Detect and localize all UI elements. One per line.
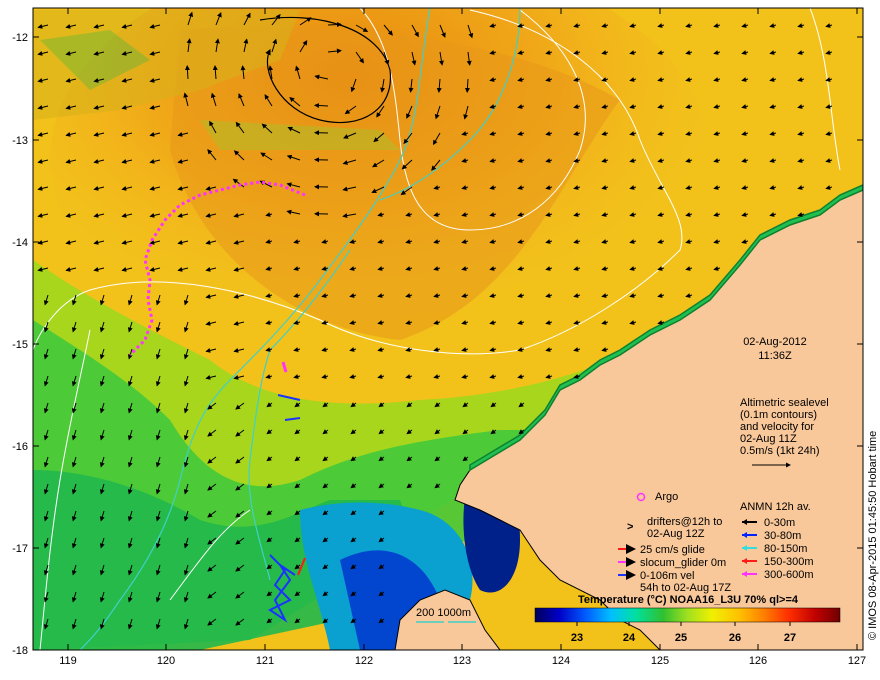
lat-tick-label: -12: [12, 32, 28, 44]
drifters-label-1: drifters@12h to: [647, 516, 722, 528]
anmn-entry: 150-300m: [764, 556, 814, 568]
colorbar-tick: 26: [729, 632, 741, 644]
lat-tick-label: -13: [12, 135, 28, 147]
map-time: 11:36Z: [758, 350, 792, 362]
glider-entry-4: 54h to 02-Aug 17Z: [640, 582, 731, 594]
glider-entry-1: 25 cm/s glide: [640, 544, 705, 556]
altimetry-line-2: (0.1m contours): [740, 409, 817, 421]
altimetry-line-3: and velocity for: [740, 421, 814, 433]
lat-tick-label: -16: [12, 441, 28, 453]
colorbar-tick: 27: [784, 632, 796, 644]
colorbar-title: Temperature (°C) NOAA16_L3U 70% ql>=4: [578, 594, 799, 606]
colorbar-tick: 24: [623, 632, 636, 644]
velocity-arrow: [327, 22, 342, 28]
sst-map: 119 120 121 122 123 124 125 126 127 -12 -13 -14 -15…: [12, 7, 879, 667]
lon-tick-label: 126: [749, 655, 767, 667]
credit-text: © IMOS 08-Apr-2015 01:45:50 Hobart time: [867, 431, 879, 640]
map-field: [33, 8, 863, 650]
lon-tick-label: 119: [59, 655, 77, 667]
drifters-label-2: 02-Aug 12Z: [647, 528, 705, 540]
colorbar-ramp: [534, 607, 841, 623]
glider-entry-2: slocum_glider 0m: [640, 557, 726, 569]
lon-tick-label: 121: [256, 655, 274, 667]
glider-entry-3: 0-106m vel: [640, 570, 694, 582]
altimetry-line-5: 0.5m/s (1kt 24h): [740, 445, 819, 457]
lat-tick-label: -14: [12, 237, 28, 249]
anmn-entry: 0-30m: [764, 517, 795, 529]
map-date: 02-Aug-2012: [743, 336, 807, 348]
altimetry-line-4: 02-Aug 11Z: [740, 433, 797, 445]
isobath-legend: 200 1000m: [416, 607, 471, 619]
lon-tick-label: 124: [552, 655, 570, 667]
lon-tick-label: 123: [453, 655, 471, 667]
velocity-arrow: [314, 103, 329, 109]
lat-tick-label: -17: [12, 543, 28, 555]
argo-label: Argo: [655, 491, 678, 503]
lon-tick-label: 125: [651, 655, 669, 667]
lat-tick-label: -18: [12, 645, 28, 657]
altimetry-line-1: Altimetric sealevel: [740, 397, 829, 409]
anmn-title: ANMN 12h av.: [740, 501, 811, 513]
anmn-entry: 300-600m: [764, 569, 814, 581]
lon-tick-label: 127: [848, 655, 866, 667]
drifter-symbol: >: [627, 521, 633, 533]
lat-tick-label: -15: [12, 339, 28, 351]
colorbar-tick: 25: [675, 632, 687, 644]
lon-tick-label: 120: [157, 655, 175, 667]
anmn-entry: 80-150m: [764, 543, 807, 555]
lon-tick-label: 122: [355, 655, 373, 667]
anmn-entry: 30-80m: [764, 530, 801, 542]
colorbar-tick: 23: [571, 632, 583, 644]
